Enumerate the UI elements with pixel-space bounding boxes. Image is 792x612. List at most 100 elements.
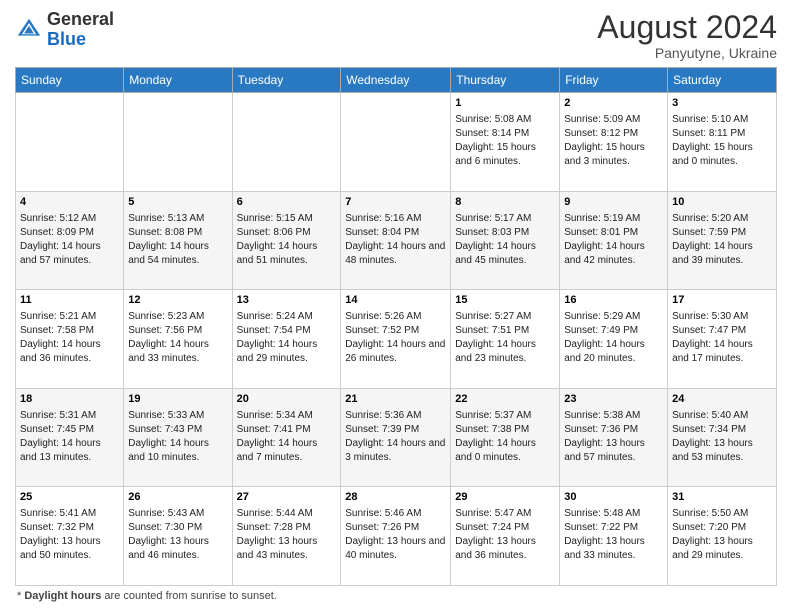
day-num-22: 22 [455,392,555,408]
day-num-2: 2 [564,96,663,112]
day-num-21: 21 [345,392,446,408]
cell-w3-d3: 21Sunrise: 5:36 AMSunset: 7:39 PMDayligh… [341,388,451,487]
cell-w1-d1: 5Sunrise: 5:13 AMSunset: 8:08 PMDaylight… [124,191,232,290]
cell-w0-d1 [124,93,232,192]
header-saturday: Saturday [668,68,777,93]
day-num-18: 18 [20,392,119,408]
header-thursday: Thursday [451,68,560,93]
cell-w3-d0: 18Sunrise: 5:31 AMSunset: 7:45 PMDayligh… [16,388,124,487]
day-info-28: Sunrise: 5:46 AMSunset: 7:26 PMDaylight:… [345,507,446,563]
day-num-17: 17 [672,293,772,309]
week-row-0: 1Sunrise: 5:08 AMSunset: 8:14 PMDaylight… [16,93,777,192]
day-info-19: Sunrise: 5:33 AMSunset: 7:43 PMDaylight:… [128,409,227,465]
day-info-7: Sunrise: 5:16 AMSunset: 8:04 PMDaylight:… [345,212,446,268]
cell-w1-d5: 9Sunrise: 5:19 AMSunset: 8:01 PMDaylight… [560,191,668,290]
cell-w2-d2: 13Sunrise: 5:24 AMSunset: 7:54 PMDayligh… [232,290,341,389]
day-info-3: Sunrise: 5:10 AMSunset: 8:11 PMDaylight:… [672,113,772,169]
day-info-20: Sunrise: 5:34 AMSunset: 7:41 PMDaylight:… [237,409,337,465]
day-info-2: Sunrise: 5:09 AMSunset: 8:12 PMDaylight:… [564,113,663,169]
day-num-23: 23 [564,392,663,408]
day-num-20: 20 [237,392,337,408]
cell-w2-d4: 15Sunrise: 5:27 AMSunset: 7:51 PMDayligh… [451,290,560,389]
title-block: August 2024 Panyutyne, Ukraine [597,10,777,61]
day-info-29: Sunrise: 5:47 AMSunset: 7:24 PMDaylight:… [455,507,555,563]
cell-w0-d6: 3Sunrise: 5:10 AMSunset: 8:11 PMDaylight… [668,93,777,192]
cell-w4-d3: 28Sunrise: 5:46 AMSunset: 7:26 PMDayligh… [341,487,451,586]
page: General Blue August 2024 Panyutyne, Ukra… [0,0,792,612]
cell-w4-d5: 30Sunrise: 5:48 AMSunset: 7:22 PMDayligh… [560,487,668,586]
day-num-7: 7 [345,195,446,211]
cell-w3-d6: 24Sunrise: 5:40 AMSunset: 7:34 PMDayligh… [668,388,777,487]
day-info-24: Sunrise: 5:40 AMSunset: 7:34 PMDaylight:… [672,409,772,465]
day-num-12: 12 [128,293,227,309]
day-info-9: Sunrise: 5:19 AMSunset: 8:01 PMDaylight:… [564,212,663,268]
cell-w2-d6: 17Sunrise: 5:30 AMSunset: 7:47 PMDayligh… [668,290,777,389]
header-monday: Monday [124,68,232,93]
day-num-3: 3 [672,96,772,112]
cell-w3-d5: 23Sunrise: 5:38 AMSunset: 7:36 PMDayligh… [560,388,668,487]
cell-w4-d4: 29Sunrise: 5:47 AMSunset: 7:24 PMDayligh… [451,487,560,586]
cell-w2-d3: 14Sunrise: 5:26 AMSunset: 7:52 PMDayligh… [341,290,451,389]
day-num-27: 27 [237,490,337,506]
cell-w2-d0: 11Sunrise: 5:21 AMSunset: 7:58 PMDayligh… [16,290,124,389]
day-num-1: 1 [455,96,555,112]
cell-w0-d0 [16,93,124,192]
day-info-23: Sunrise: 5:38 AMSunset: 7:36 PMDaylight:… [564,409,663,465]
calendar-table: Sunday Monday Tuesday Wednesday Thursday… [15,67,777,586]
day-info-6: Sunrise: 5:15 AMSunset: 8:06 PMDaylight:… [237,212,337,268]
day-num-29: 29 [455,490,555,506]
day-info-5: Sunrise: 5:13 AMSunset: 8:08 PMDaylight:… [128,212,227,268]
day-info-1: Sunrise: 5:08 AMSunset: 8:14 PMDaylight:… [455,113,555,169]
day-num-28: 28 [345,490,446,506]
cell-w4-d6: 31Sunrise: 5:50 AMSunset: 7:20 PMDayligh… [668,487,777,586]
month-year: August 2024 [597,10,777,45]
header-wednesday: Wednesday [341,68,451,93]
header: General Blue August 2024 Panyutyne, Ukra… [15,10,777,61]
day-num-14: 14 [345,293,446,309]
logo-general-text: General [47,9,114,29]
day-num-10: 10 [672,195,772,211]
day-num-25: 25 [20,490,119,506]
cell-w3-d2: 20Sunrise: 5:34 AMSunset: 7:41 PMDayligh… [232,388,341,487]
cell-w1-d2: 6Sunrise: 5:15 AMSunset: 8:06 PMDaylight… [232,191,341,290]
cell-w4-d2: 27Sunrise: 5:44 AMSunset: 7:28 PMDayligh… [232,487,341,586]
cell-w4-d1: 26Sunrise: 5:43 AMSunset: 7:30 PMDayligh… [124,487,232,586]
day-info-21: Sunrise: 5:36 AMSunset: 7:39 PMDaylight:… [345,409,446,465]
day-header-row: Sunday Monday Tuesday Wednesday Thursday… [16,68,777,93]
logo-blue-text: Blue [47,29,86,49]
day-info-11: Sunrise: 5:21 AMSunset: 7:58 PMDaylight:… [20,310,119,366]
day-info-26: Sunrise: 5:43 AMSunset: 7:30 PMDaylight:… [128,507,227,563]
cell-w1-d6: 10Sunrise: 5:20 AMSunset: 7:59 PMDayligh… [668,191,777,290]
cell-w1-d4: 8Sunrise: 5:17 AMSunset: 8:03 PMDaylight… [451,191,560,290]
day-num-24: 24 [672,392,772,408]
day-info-13: Sunrise: 5:24 AMSunset: 7:54 PMDaylight:… [237,310,337,366]
day-num-13: 13 [237,293,337,309]
week-row-4: 25Sunrise: 5:41 AMSunset: 7:32 PMDayligh… [16,487,777,586]
header-tuesday: Tuesday [232,68,341,93]
day-info-30: Sunrise: 5:48 AMSunset: 7:22 PMDaylight:… [564,507,663,563]
day-info-25: Sunrise: 5:41 AMSunset: 7:32 PMDaylight:… [20,507,119,563]
day-info-14: Sunrise: 5:26 AMSunset: 7:52 PMDaylight:… [345,310,446,366]
cell-w0-d2 [232,93,341,192]
day-info-18: Sunrise: 5:31 AMSunset: 7:45 PMDaylight:… [20,409,119,465]
week-row-2: 11Sunrise: 5:21 AMSunset: 7:58 PMDayligh… [16,290,777,389]
day-info-17: Sunrise: 5:30 AMSunset: 7:47 PMDaylight:… [672,310,772,366]
cell-w0-d3 [341,93,451,192]
cell-w3-d4: 22Sunrise: 5:37 AMSunset: 7:38 PMDayligh… [451,388,560,487]
cell-w0-d5: 2Sunrise: 5:09 AMSunset: 8:12 PMDaylight… [560,93,668,192]
footer-note: * Daylight hours are counted from sunris… [15,590,777,602]
location: Panyutyne, Ukraine [597,45,777,61]
day-num-11: 11 [20,293,119,309]
header-friday: Friday [560,68,668,93]
cell-w2-d1: 12Sunrise: 5:23 AMSunset: 7:56 PMDayligh… [124,290,232,389]
daylight-hours-label: Daylight hours [24,590,101,602]
cell-w4-d0: 25Sunrise: 5:41 AMSunset: 7:32 PMDayligh… [16,487,124,586]
day-info-27: Sunrise: 5:44 AMSunset: 7:28 PMDaylight:… [237,507,337,563]
day-num-8: 8 [455,195,555,211]
day-info-4: Sunrise: 5:12 AMSunset: 8:09 PMDaylight:… [20,212,119,268]
day-info-31: Sunrise: 5:50 AMSunset: 7:20 PMDaylight:… [672,507,772,563]
logo: General Blue [15,10,114,50]
day-num-15: 15 [455,293,555,309]
day-num-5: 5 [128,195,227,211]
day-info-8: Sunrise: 5:17 AMSunset: 8:03 PMDaylight:… [455,212,555,268]
